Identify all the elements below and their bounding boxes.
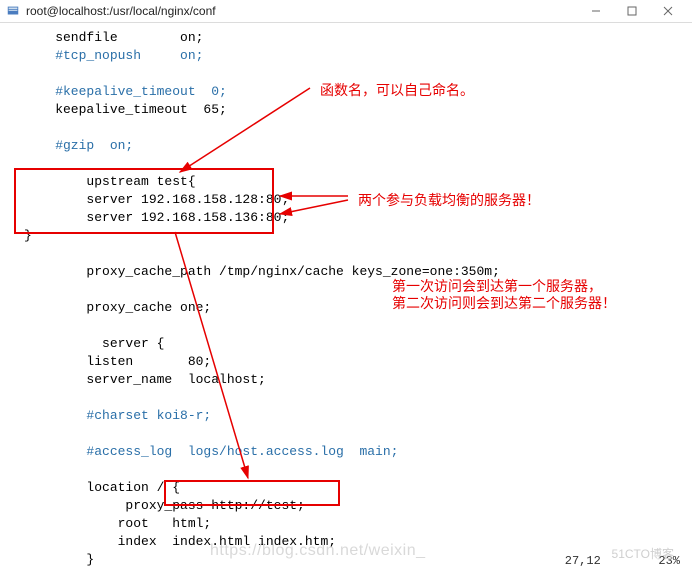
cursor-position: 27,12 [565,554,601,568]
annotation-function-name: 函数名，可以自己命名。 [320,80,474,100]
code-line: location / { [24,479,692,497]
code-line [24,461,692,479]
window-title: root@localhost:/usr/local/nginx/conf [26,0,216,22]
code-line: server { [24,335,692,353]
code-line [24,119,692,137]
code-line [24,425,692,443]
code-line [24,155,692,173]
code-line: server 192.168.158.136:80; [24,209,692,227]
code-line: root html; [24,515,692,533]
code-line: sendfile on; [24,29,692,47]
code-line [24,245,692,263]
app-icon [6,4,20,18]
code-line [24,317,692,335]
title-bar: root@localhost:/usr/local/nginx/conf [0,0,692,23]
code-line: server_name localhost; [24,371,692,389]
code-line: upstream test{ [24,173,692,191]
minimize-button[interactable] [578,0,614,22]
code-line: #access_log logs/host.access.log main; [24,443,692,461]
code-line: proxy_pass http://test; [24,497,692,515]
code-line: #tcp_nopush on; [24,47,692,65]
annotation-two-servers: 两个参与负载均衡的服务器！ [358,190,540,210]
code-line: keepalive_timeout 65; [24,101,692,119]
watermark: https://blog.csdn.net/weixin_ [210,542,426,560]
code-line: #gzip on; [24,137,692,155]
watermark-secondary: 51CTO博客 [612,545,674,562]
annotation-visit-line2: 第二次访问则会到达第二个服务器！ [392,295,616,311]
maximize-button[interactable] [614,0,650,22]
code-line: #charset koi8-r; [24,407,692,425]
annotation-visit-order: 第一次访问会到达第一个服务器， 第二次访问则会到达第二个服务器！ [392,278,616,312]
code-line: listen 80; [24,353,692,371]
code-line [24,389,692,407]
code-line: } [24,227,692,245]
close-button[interactable] [650,0,686,22]
annotation-visit-line1: 第一次访问会到达第一个服务器， [392,278,602,294]
